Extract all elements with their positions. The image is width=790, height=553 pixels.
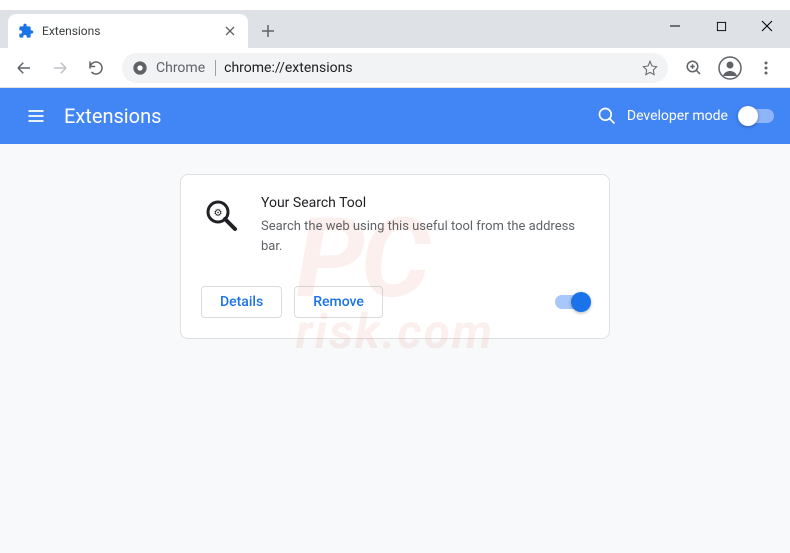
developer-mode-toggle[interactable] [740,109,774,123]
svg-text:⚙: ⚙ [214,208,223,219]
page-title: Extensions [64,104,587,128]
details-button[interactable]: Details [201,286,282,318]
menu-dots-icon[interactable] [750,52,782,84]
developer-mode-label: Developer mode [627,108,728,124]
extension-card: ⚙ Your Search Tool Search the web using … [180,174,610,339]
browser-toolbar: Chrome chrome://extensions [0,48,790,88]
tab-close-button[interactable] [222,23,238,39]
window-titlebar [0,0,790,10]
hamburger-menu-icon[interactable] [16,96,56,136]
back-button[interactable] [8,52,40,84]
toggle-knob [738,106,758,126]
reload-button[interactable] [80,52,112,84]
url-origin-label: Chrome [156,60,216,76]
browser-tab[interactable]: Extensions [8,14,248,48]
chrome-icon [132,60,148,76]
window-close-button[interactable] [744,10,790,42]
search-icon[interactable] [587,96,627,136]
remove-button[interactable]: Remove [294,286,383,318]
window-maximize-button[interactable] [698,10,744,42]
url-text: chrome://extensions [224,60,634,76]
zoom-icon[interactable] [678,52,710,84]
extensions-header: Extensions Developer mode [0,88,790,144]
window-controls [652,10,790,42]
extension-puzzle-icon [18,23,34,39]
extensions-content: ⚙ Your Search Tool Search the web using … [0,144,790,553]
tab-bar: Extensions [0,10,790,48]
extension-enable-toggle[interactable] [555,295,589,309]
profile-avatar[interactable] [714,52,746,84]
tab-title: Extensions [42,24,214,38]
bookmark-star-icon[interactable] [642,60,658,76]
address-bar[interactable]: Chrome chrome://extensions [122,53,668,83]
toggle-knob [571,292,591,312]
window-minimize-button[interactable] [652,10,698,42]
extension-description: Search the web using this useful tool fr… [261,217,589,256]
forward-button[interactable] [44,52,76,84]
new-tab-button[interactable] [254,17,282,45]
extension-icon: ⚙ [201,195,241,235]
extension-name: Your Search Tool [261,195,589,211]
